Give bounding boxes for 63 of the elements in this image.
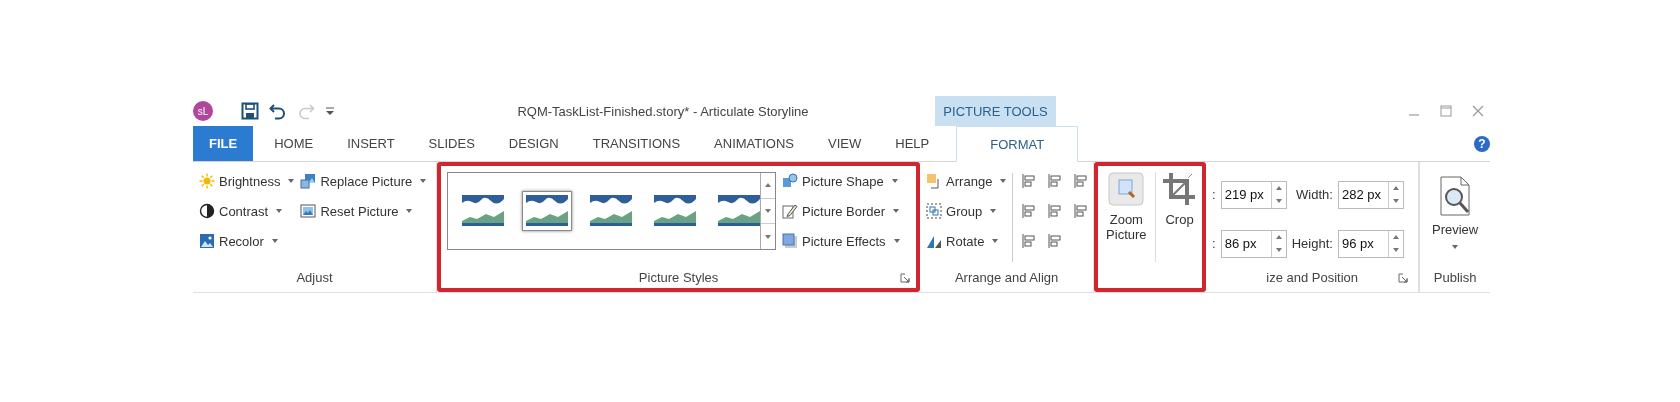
ribbon-tab[interactable]: SLIDES [411,126,492,161]
ribbon-button[interactable]: Recolor [199,230,295,252]
close-icon[interactable] [1472,105,1484,117]
align-icon [1021,233,1038,249]
group-label: Adjust [296,269,333,285]
picture-frame-icon [300,203,317,219]
help-button[interactable]: ? [1474,135,1490,152]
ribbon-button[interactable]: Crop [1161,172,1198,262]
group-label: Picture Styles [638,269,719,285]
ribbon-tab[interactable]: TRANSITIONS [575,126,698,161]
square-shadow-icon [782,233,799,249]
picture-icon [199,233,215,249]
crop-icon [1161,172,1198,206]
field-label: Width: [1295,187,1333,202]
ribbon-button[interactable]: Contrast [199,200,295,222]
customize-caret-icon[interactable] [325,105,335,117]
ribbon-button[interactable]: Rotate [926,230,1007,252]
ribbon-button[interactable]: Reset Picture [300,200,427,222]
ribbon-button[interactable]: Brightness [199,170,295,192]
field-label: Height: [1291,236,1333,251]
group-label: Arrange and Align [954,269,1059,285]
ribbon-tab[interactable]: FILE [193,126,254,161]
ribbon-button[interactable]: Group [926,200,1007,222]
ribbon-tab[interactable]: FORMAT [956,126,1079,162]
align-icon [1073,173,1090,189]
ribbon-button[interactable]: Picture Border [782,200,900,222]
field-label: : [1212,236,1216,251]
picture-swap-icon [300,173,317,189]
align-icon [1047,233,1064,249]
window-title: RQM-TaskList-Finished.story* - Articulate Storyline [516,103,810,119]
ribbon-tab[interactable]: ANIMATIONS [697,126,812,161]
align-icon [1047,173,1064,189]
group-label: ize and Position [1266,269,1359,285]
align-icon [1021,203,1038,219]
ribbon-tab[interactable]: VIEW [811,126,879,161]
dialog-launcher-icon[interactable] [900,273,911,283]
shapes-icon [782,173,799,189]
align-icon [1073,203,1090,219]
ribbon-tab[interactable]: HOME [257,126,331,161]
ribbon-tab[interactable]: HELP [878,126,947,161]
align-icon [1021,173,1038,189]
field-label: : [1212,187,1216,202]
dialog-launcher-icon[interactable] [1398,273,1409,283]
align-icon [1047,203,1064,219]
save-icon[interactable] [241,102,259,120]
contrast-icon [199,203,215,219]
undo-icon[interactable] [269,102,287,120]
app-logo: sL [193,101,213,121]
ribbon-tab[interactable]: INSERT [330,126,412,161]
sun-icon [199,173,215,189]
picture-style[interactable] [522,191,573,231]
ribbon-button[interactable]: Zoom Picture [1106,172,1156,262]
group-label: Publish [1433,269,1477,285]
ribbon-tab[interactable]: DESIGN [491,126,576,161]
ribbon-button[interactable]: Preview [1427,176,1484,262]
magnifier-button-icon [1108,172,1145,206]
dashed-frame-icon [926,203,943,219]
pencil-icon [782,203,799,219]
ribbon-button[interactable]: Replace Picture [300,170,427,192]
ribbon-button[interactable]: Arrange [926,170,1007,192]
ribbon-button[interactable]: Picture Effects [782,230,900,252]
context-tab-header: PICTURE TOOLS [935,96,1056,126]
ribbon-button[interactable]: Picture Shape [782,170,900,192]
